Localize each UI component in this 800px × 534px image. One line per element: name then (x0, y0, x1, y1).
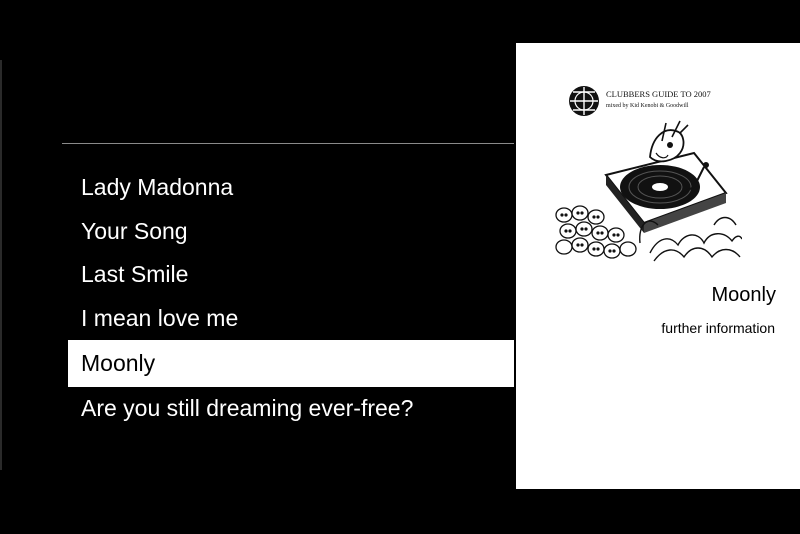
track-item[interactable]: Are you still dreaming ever-free? (68, 387, 514, 431)
track-item[interactable]: I mean love me (68, 297, 514, 341)
crowd-illustration (555, 205, 637, 259)
track-info-panel: CLUBBERS GUIDE TO 2007 mixed by Kid Keno… (516, 43, 800, 489)
album-cover-illustration: CLUBBERS GUIDE TO 2007 mixed by Kid Keno… (555, 86, 742, 262)
track-list: Lady Madonna Your Song Last Smile I mean… (68, 166, 514, 431)
album-cover-art: CLUBBERS GUIDE TO 2007 mixed by Kid Keno… (554, 75, 742, 263)
track-item-selected[interactable]: Moonly (68, 340, 514, 388)
media-player-screen: Lady Madonna Your Song Last Smile I mean… (0, 0, 800, 534)
track-item[interactable]: Lady Madonna (68, 166, 514, 210)
ministry-logo-icon (569, 86, 599, 116)
track-item[interactable]: Last Smile (68, 253, 514, 297)
track-item[interactable]: Your Song (68, 210, 514, 254)
list-top-divider (62, 143, 514, 144)
left-edge-marker (0, 60, 2, 470)
turntable-illustration (604, 120, 728, 233)
now-playing-title: Moonly (711, 284, 776, 306)
further-information-link[interactable]: further information (661, 320, 775, 336)
cover-subtitle-text: mixed by Kid Kenobi & Goodwill (606, 103, 689, 109)
cover-title-text: CLUBBERS GUIDE TO 2007 (606, 89, 711, 99)
